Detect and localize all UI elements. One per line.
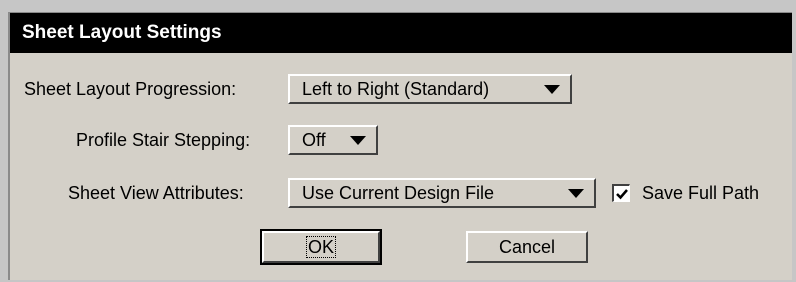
progression-value: Left to Right (Standard)	[302, 79, 490, 99]
cancel-button[interactable]: Cancel	[466, 231, 588, 263]
view-attributes-label: Sheet View Attributes:	[68, 183, 244, 203]
chevron-down-icon	[544, 85, 560, 94]
ok-button[interactable]: OK	[260, 229, 382, 265]
chevron-down-icon	[350, 136, 366, 145]
view-attributes-dropdown[interactable]: Use Current Design File	[288, 178, 596, 208]
stair-stepping-value: Off	[302, 130, 326, 150]
stair-stepping-dropdown[interactable]: Off	[288, 125, 378, 155]
check-icon	[616, 189, 628, 200]
progression-dropdown[interactable]: Left to Right (Standard)	[288, 74, 572, 104]
view-attributes-value: Use Current Design File	[302, 183, 495, 203]
dialog-title: Sheet Layout Settings	[10, 13, 792, 53]
chevron-down-icon	[568, 189, 584, 198]
stair-stepping-label: Profile Stair Stepping:	[76, 130, 251, 150]
sheet-layout-settings-dialog: Sheet Layout Settings Sheet Layout Progr…	[8, 12, 792, 280]
progression-label: Sheet Layout Progression:	[24, 79, 237, 99]
cancel-button-label: Cancel	[498, 237, 556, 257]
save-full-path-checkbox[interactable]	[612, 184, 630, 202]
save-full-path-label: Save Full Path	[642, 183, 760, 203]
ok-button-label: OK	[305, 236, 336, 258]
window-frame: Sheet Layout Settings Sheet Layout Progr…	[0, 0, 796, 282]
